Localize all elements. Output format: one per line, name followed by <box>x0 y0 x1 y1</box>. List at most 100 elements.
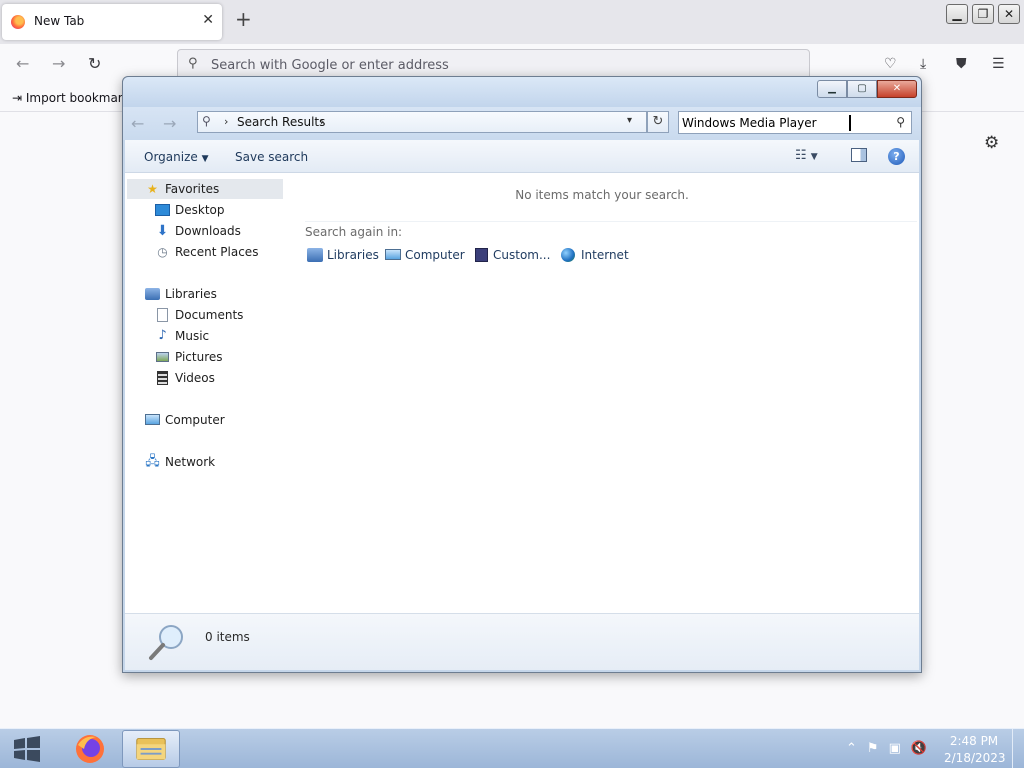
navigation-pane: ★ Favorites Desktop ⬇ Downloads ◷ Recent… <box>125 173 285 613</box>
explorer-back-arrow-icon[interactable]: ← <box>131 114 144 133</box>
reload-icon[interactable]: ↻ <box>88 54 101 73</box>
network-icon: 🖧 <box>145 454 160 469</box>
chevron-down-icon: ▼ <box>810 152 818 162</box>
breadcrumb-chevron-icon[interactable]: › <box>224 115 228 128</box>
nav-item-label: Desktop <box>175 203 225 217</box>
save-search-button[interactable]: Save search <box>235 150 308 164</box>
details-pane: 0 items <box>125 613 919 670</box>
preview-pane-icon[interactable] <box>851 148 867 162</box>
nav-item-label: Network <box>165 455 216 469</box>
network-tray-icon[interactable]: ▣ <box>889 741 901 756</box>
downloads-icon[interactable]: ⤓ <box>920 56 926 72</box>
nav-item-label: Computer <box>165 413 225 427</box>
firefox-icon <box>11 15 25 29</box>
magnifier-icon <box>149 625 183 660</box>
minimize-button[interactable]: ▁ <box>946 4 968 24</box>
explorer-search-box[interactable]: ⚲ <box>678 111 912 134</box>
close-button[interactable]: ✕ <box>998 4 1020 24</box>
nav-item-favorites[interactable]: ★ Favorites <box>127 179 283 199</box>
item-count: 0 items <box>205 630 250 644</box>
explorer-body: ★ Favorites Desktop ⬇ Downloads ◷ Recent… <box>125 173 919 670</box>
breadcrumb[interactable]: Search Results <box>237 115 325 129</box>
explorer-window-controls: ▁ ▢ ✕ <box>817 80 917 98</box>
explorer-title-bar[interactable]: ▁ ▢ ✕ <box>123 77 921 107</box>
search-input[interactable] <box>682 114 882 131</box>
pocket-icon[interactable]: ♡ <box>884 56 897 72</box>
nav-item-label: Downloads <box>175 224 241 238</box>
nav-item-label: Music <box>175 329 210 343</box>
text-cursor <box>849 115 851 131</box>
firefox-tab-bar: New Tab ✕ + ▁ ❐ ✕ <box>0 0 1024 44</box>
divider <box>305 221 917 222</box>
tab-close-icon[interactable]: ✕ <box>202 12 214 28</box>
clock-date[interactable]: 2/18/2023 <box>944 751 1006 765</box>
nav-item-desktop[interactable]: Desktop <box>127 200 283 220</box>
refresh-button[interactable]: ↻ <box>647 111 669 133</box>
organize-label: Organize <box>144 150 198 164</box>
gear-icon[interactable]: ⚙ <box>984 133 999 153</box>
nav-item-videos[interactable]: Videos <box>127 368 283 388</box>
explorer-close-button[interactable]: ✕ <box>877 80 917 98</box>
film-strip-icon <box>157 371 168 385</box>
clock-time[interactable]: 2:48 PM <box>948 734 1000 748</box>
search-again-item-label: Libraries <box>327 248 379 262</box>
menu-icon[interactable]: ☰ <box>992 56 1005 72</box>
address-dropdown-icon[interactable]: ▾ <box>627 115 632 126</box>
explorer-window: ▁ ▢ ✕ ← → ⚲ › Search Results › ▾ ↻ ⚲ Org… <box>122 76 922 673</box>
explorer-minimize-button[interactable]: ▁ <box>817 80 847 98</box>
chevron-up-icon[interactable]: ⌃ <box>846 741 857 756</box>
music-note-icon: ♪ <box>158 328 167 343</box>
nav-item-network[interactable]: 🖧 Network <box>127 452 283 472</box>
new-tab-button[interactable]: + <box>235 9 252 29</box>
show-desktop-button[interactable] <box>1012 729 1024 768</box>
explorer-forward-arrow-icon[interactable]: → <box>163 114 176 133</box>
nav-item-documents[interactable]: Documents <box>127 305 283 325</box>
details-view-icon: ☷ <box>795 148 807 163</box>
ublock-shield-icon[interactable]: ⛊ <box>956 56 967 72</box>
taskbar-firefox-icon[interactable] <box>70 731 110 767</box>
search-again-item-label: Custom... <box>493 248 551 262</box>
custom-folder-icon <box>475 248 488 262</box>
explorer-maximize-button[interactable]: ▢ <box>847 80 877 98</box>
back-arrow-icon[interactable]: ← <box>16 54 29 73</box>
explorer-address-row: ← → ⚲ › Search Results › ▾ ↻ ⚲ <box>123 107 921 140</box>
globe-icon <box>561 248 575 262</box>
search-again-label: Search again in: <box>305 225 403 239</box>
desktop-icon <box>155 204 170 216</box>
breadcrumb-chevron-icon[interactable]: › <box>320 115 324 128</box>
nav-item-downloads[interactable]: ⬇ Downloads <box>127 221 283 241</box>
search-again-item-label: Internet <box>581 248 629 262</box>
taskbar-explorer-button[interactable] <box>122 730 180 768</box>
tab-new-tab[interactable]: New Tab ✕ <box>2 4 222 40</box>
help-icon[interactable]: ? <box>888 148 905 165</box>
tab-title: New Tab <box>34 14 85 28</box>
nav-item-computer[interactable]: Computer <box>127 410 283 430</box>
nav-item-recent-places[interactable]: ◷ Recent Places <box>127 242 283 262</box>
action-center-flag-icon[interactable]: ⚑ <box>867 741 879 756</box>
nav-item-label: Libraries <box>165 287 217 301</box>
browser-window-controls: ▁ ❐ ✕ <box>946 4 1020 24</box>
folder-icon <box>136 738 166 760</box>
search-results-pane: No items match your search. Search again… <box>285 173 919 613</box>
nav-item-pictures[interactable]: Pictures <box>127 347 283 367</box>
taskbar: ⌃ ⚑ ▣ 🔇 2:48 PM 2/18/2023 <box>0 728 1024 768</box>
nav-item-music[interactable]: ♪ Music <box>127 326 283 346</box>
volume-muted-icon[interactable]: 🔇 <box>911 741 927 756</box>
change-view-button[interactable]: ☷ ▼ <box>795 148 818 163</box>
restore-button[interactable]: ❐ <box>972 4 994 24</box>
explorer-command-bar: Organize ▼ Save search ☷ ▼ ? <box>125 140 919 173</box>
pictures-icon <box>156 352 169 362</box>
nav-item-label: Videos <box>175 371 215 385</box>
computer-icon <box>385 249 401 260</box>
explorer-address-bar[interactable]: ⚲ › Search Results › ▾ <box>197 111 647 133</box>
organize-button[interactable]: Organize ▼ <box>144 150 209 164</box>
forward-arrow-icon[interactable]: → <box>52 54 65 73</box>
search-icon[interactable]: ⚲ <box>896 115 905 129</box>
computer-icon <box>145 414 160 425</box>
nav-item-label: Pictures <box>175 350 223 364</box>
start-button[interactable] <box>10 735 44 763</box>
url-placeholder: Search with Google or enter address <box>211 58 449 73</box>
nav-item-libraries[interactable]: Libraries <box>127 284 283 304</box>
empty-message: No items match your search. <box>515 188 689 202</box>
nav-item-label: Documents <box>175 308 244 322</box>
